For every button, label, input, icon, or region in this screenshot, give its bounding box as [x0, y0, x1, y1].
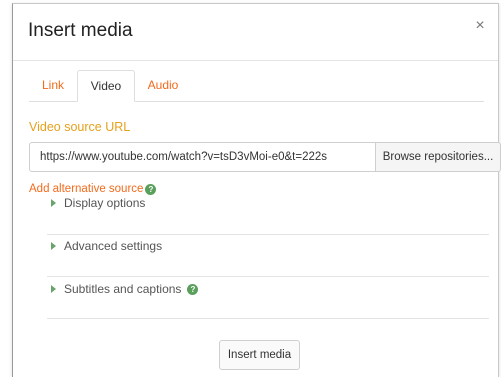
display-options-section[interactable]: Display options	[47, 193, 489, 235]
caret-right-icon	[51, 285, 56, 293]
video-source-row: Browse repositories...	[29, 142, 501, 172]
subtitles-captions-section[interactable]: Subtitles and captions ?	[47, 277, 489, 319]
tab-link[interactable]: Link	[29, 70, 77, 101]
display-options-label: Display options	[64, 196, 146, 210]
dialog-header: Insert media ×	[13, 4, 498, 61]
tab-audio[interactable]: Audio	[135, 70, 191, 101]
help-icon[interactable]: ?	[187, 283, 199, 295]
advanced-settings-section[interactable]: Advanced settings	[47, 235, 489, 277]
close-icon[interactable]: ×	[472, 18, 488, 34]
insert-media-button[interactable]: Insert media	[219, 340, 300, 370]
insert-media-dialog: Insert media × Link Video Audio Video so…	[12, 3, 501, 377]
dialog-title: Insert media	[28, 20, 133, 41]
video-url-input[interactable]	[29, 142, 376, 172]
tab-video[interactable]: Video	[77, 70, 135, 102]
advanced-settings-header: Advanced settings	[51, 239, 162, 253]
caret-right-icon	[51, 199, 56, 207]
media-tabs: Link Video Audio	[29, 70, 484, 102]
advanced-settings-label: Advanced settings	[64, 239, 163, 253]
browse-repositories-button[interactable]: Browse repositories...	[376, 142, 501, 172]
subtitles-captions-label: Subtitles and captions	[64, 282, 182, 296]
video-source-label: Video source URL	[29, 120, 131, 134]
caret-right-icon	[51, 242, 56, 250]
display-options-header: Display options	[51, 196, 145, 210]
subtitles-captions-header: Subtitles and captions ?	[51, 282, 199, 296]
